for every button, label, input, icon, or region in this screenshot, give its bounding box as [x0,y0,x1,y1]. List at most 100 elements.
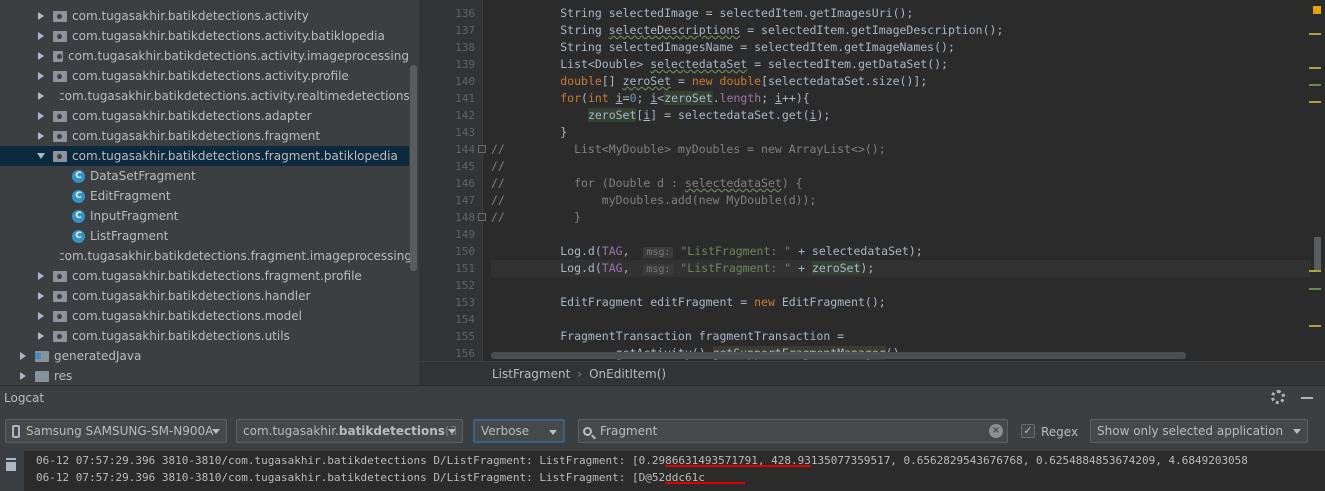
change-marker[interactable] [1309,84,1321,86]
tree-row-label: com.tugasakhir.batikdetections.fragment.… [72,149,398,163]
trash-icon[interactable] [6,460,16,471]
tree-row-package[interactable]: com.tugasakhir.batikdetections.model [0,306,409,326]
line-number: 148 [455,211,475,224]
code-line[interactable]: EditFragment editFragment = new EditFrag… [491,294,885,311]
search-input[interactable]: Fragment × [578,419,1008,443]
log-level-select[interactable]: Verbose [473,419,565,443]
class-icon: C [72,209,85,223]
expand-arrow-icon[interactable] [38,12,44,20]
error-stripe[interactable] [1305,0,1325,361]
code-line[interactable]: List<Double> selectedataSet = selectedIt… [491,56,948,73]
clear-icon[interactable]: × [989,424,1003,438]
tree-row-label: com.tugasakhir.batikdetections.handler [72,289,311,303]
breadcrumb-item-method[interactable]: OnEditItem() [589,367,666,381]
tree-row-class[interactable]: C EditFragment [0,186,409,206]
filter-select[interactable]: Show only selected application [1090,419,1308,443]
logcat-toolbar: Samsung SAMSUNG-SM-N900A com.tugasakhir.… [0,409,1325,451]
log-line[interactable]: 06-12 07:57:29.396 3810-3810/com.tugasak… [36,452,1248,469]
tree-row-folder[interactable]: generatedJava [0,346,409,366]
tree-row-package[interactable]: com.tugasakhir.batikdetections.activity.… [0,86,410,106]
regex-checkbox[interactable]: ✓ [1021,424,1035,438]
breadcrumb-item-class[interactable]: ListFragment [492,367,570,381]
expand-arrow-icon[interactable] [38,292,44,300]
search-icon[interactable] [583,426,592,436]
warning-marker[interactable] [1309,101,1321,103]
regex-label[interactable]: Regex [1041,425,1078,439]
warning-marker[interactable] [1309,33,1321,35]
folder-icon [35,370,49,382]
tree-row-package[interactable]: com.tugasakhir.batikdetections.activity [0,6,409,26]
log-line[interactable]: 06-12 07:57:29.396 3810-3810/com.tugasak… [36,469,705,486]
minimize-icon[interactable] [1301,397,1313,399]
line-number: 155 [455,330,475,343]
horizontal-scrollbar[interactable] [491,352,1186,359]
code-line-comment[interactable]: // List<MyDouble> myDoubles = new ArrayL… [491,141,886,158]
expand-arrow-icon[interactable] [38,272,44,280]
fold-marker-icon[interactable] [478,213,486,221]
tree-row-label: com.tugasakhir.batikdetections.fragment [72,129,321,143]
code-line[interactable]: String selectedImage = selectedItem.getI… [491,5,913,22]
code-line[interactable]: double[] zeroSet = new double[selectedat… [491,73,927,90]
change-marker[interactable] [1309,288,1321,290]
tree-row-label: DataSetFragment [90,169,196,183]
log-output[interactable]: 06-12 07:57:29.396 3810-3810/com.tugasak… [24,451,1325,491]
code-line[interactable]: zeroSet[i] = selectedataSet.get(i); [491,107,830,124]
tree-row-package[interactable]: com.tugasakhir.batikdetections.fragment.… [0,246,412,266]
code-line-comment[interactable]: // } [491,209,581,226]
expand-arrow-icon[interactable] [38,332,44,340]
tree-row-package[interactable]: com.tugasakhir.batikdetections.activity.… [0,66,409,86]
tree-scrollbar[interactable] [410,65,417,271]
code-line[interactable]: String selecteDescriptions = selectedIte… [491,22,1003,39]
warning-marker[interactable] [1309,325,1321,327]
chevron-down-icon [1293,429,1301,434]
expand-arrow-icon[interactable] [38,92,44,100]
expand-arrow-icon[interactable] [38,52,44,60]
device-select-value: Samsung SAMSUNG-SM-N900A [26,424,214,438]
code-editor[interactable]: 136 137 138 139 140 141 142 143 144 145 … [419,0,1325,361]
code-line-comment[interactable]: // for (Double d : selectedataSet) { [491,175,803,192]
tree-row-class[interactable]: C DataSetFragment [0,166,409,186]
warning-marker[interactable] [1309,270,1321,272]
tree-row-label: com.tugasakhir.batikdetections.utils [72,329,290,343]
process-select[interactable]: com.tugasakhir. batikdetections (3 [236,419,463,443]
warning-marker[interactable] [1309,67,1321,69]
tree-row-folder[interactable]: res [0,366,409,385]
code-line[interactable]: for(int i=0; i<zeroSet.length; i++){ [491,90,810,107]
code-line-current[interactable]: Log.d(TAG, msg: "ListFragment: " + zeroS… [491,260,1311,277]
scroll-thumb[interactable] [1314,237,1321,270]
collapse-arrow-icon[interactable] [37,153,45,159]
tree-row-package[interactable]: com.tugasakhir.batikdetections.activity.… [0,46,409,66]
tree-row-class[interactable]: C ListFragment [0,226,409,246]
tree-row-package[interactable]: com.tugasakhir.batikdetections.adapter [0,106,409,126]
line-number: 139 [455,58,475,71]
tree-row-package[interactable]: com.tugasakhir.batikdetections.fragment [0,126,409,146]
code-line[interactable]: String selectedImagesName = selectedItem… [491,39,955,56]
tree-row-package[interactable]: com.tugasakhir.batikdetections.handler [0,286,409,306]
gear-icon[interactable] [1271,390,1285,404]
expand-arrow-icon[interactable] [38,32,44,40]
expand-arrow-icon[interactable] [38,312,44,320]
line-number: 156 [455,347,475,360]
line-number: 137 [455,24,475,37]
code-line[interactable]: Log.d(TAG, msg: "ListFragment: " + selec… [491,243,923,260]
code-line[interactable]: FragmentTransaction fragmentTransaction … [491,328,844,345]
code-line-comment[interactable]: // myDoubles.add(new MyDouble(d)); [491,192,816,209]
chevron-down-icon [212,429,220,434]
chevron-down-icon [549,430,557,435]
code-line[interactable]: } [491,124,567,141]
tree-row-package[interactable]: com.tugasakhir.batikdetections.activity.… [0,26,409,46]
expand-arrow-icon[interactable] [20,372,26,380]
fold-marker-icon[interactable] [478,145,486,153]
expand-arrow-icon[interactable] [38,72,44,80]
tree-row-package[interactable]: com.tugasakhir.batikdetections.fragment.… [0,266,409,286]
device-select[interactable]: Samsung SAMSUNG-SM-N900A [5,419,227,443]
tree-row-package-selected[interactable]: com.tugasakhir.batikdetections.fragment.… [0,146,409,166]
expand-arrow-icon[interactable] [38,112,44,120]
code-line-comment[interactable]: // [491,158,505,175]
expand-arrow-icon[interactable] [20,352,26,360]
tree-row-class[interactable]: C InputFragment [0,206,409,226]
expand-arrow-icon[interactable] [38,132,44,140]
warning-marker-icon[interactable] [1313,6,1321,14]
tree-row-package[interactable]: com.tugasakhir.batikdetections.utils [0,326,409,346]
line-number: 151 [455,262,475,275]
